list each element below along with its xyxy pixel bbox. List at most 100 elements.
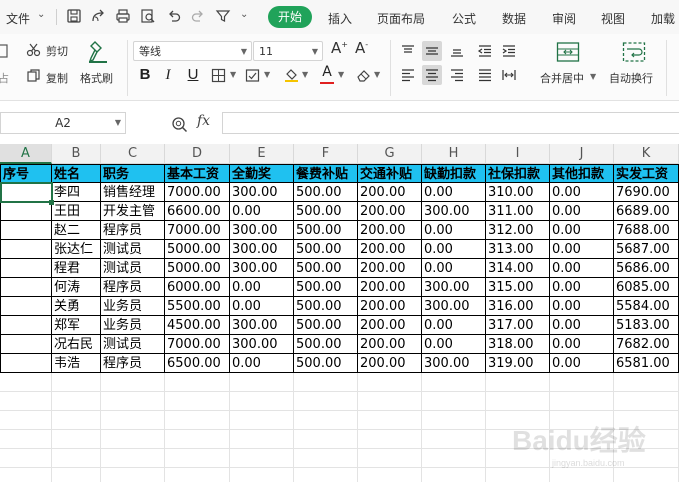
distributed-icon[interactable] [499, 65, 519, 85]
paste-icon[interactable] [0, 43, 9, 58]
table-cell[interactable] [0, 240, 52, 259]
table-cell[interactable]: 500.00 [294, 259, 358, 278]
table-cell[interactable]: 300.00 [422, 297, 486, 316]
table-cell[interactable]: 0.00 [550, 221, 614, 240]
column-header-h[interactable]: H [422, 144, 486, 164]
copy-icon[interactable] [26, 68, 41, 83]
tab-review[interactable]: 审阅 [552, 10, 576, 27]
chevron-down-icon[interactable]: ⌄ [37, 9, 45, 20]
table-header-cell[interactable]: 社保扣款 [486, 164, 550, 183]
table-cell[interactable]: 况右民 [52, 335, 101, 354]
table-cell[interactable]: 200.00 [358, 202, 422, 221]
table-header-cell[interactable]: 姓名 [52, 164, 101, 183]
filter-icon[interactable] [215, 8, 231, 24]
table-cell[interactable] [0, 221, 52, 240]
table-cell[interactable]: 0.00 [550, 354, 614, 373]
table-cell[interactable]: 王田 [52, 202, 101, 221]
table-cell[interactable]: 311.00 [486, 202, 550, 221]
table-cell[interactable]: 200.00 [358, 259, 422, 278]
tab-addins[interactable]: 加载 [651, 10, 675, 27]
table-cell[interactable]: 300.00 [230, 316, 294, 335]
table-cell[interactable]: 程序员 [101, 278, 165, 297]
clear-format-icon[interactable] [356, 68, 371, 83]
table-cell[interactable]: 300.00 [230, 221, 294, 240]
format-painter-button[interactable]: 格式刷 [80, 70, 113, 86]
table-cell[interactable]: 500.00 [294, 316, 358, 335]
table-cell[interactable]: 0.00 [422, 221, 486, 240]
align-center-icon[interactable] [422, 65, 442, 85]
table-cell[interactable]: 7682.00 [614, 335, 679, 354]
table-cell[interactable]: 何涛 [52, 278, 101, 297]
table-cell[interactable]: 200.00 [358, 335, 422, 354]
chevron-down-icon[interactable]: ▼ [338, 70, 344, 79]
table-cell[interactable]: 300.00 [230, 240, 294, 259]
table-cell[interactable]: 300.00 [230, 335, 294, 354]
table-cell[interactable]: 0.00 [230, 278, 294, 297]
underline-button[interactable]: U [184, 65, 202, 85]
table-cell[interactable]: 313.00 [486, 240, 550, 259]
merge-center-icon[interactable] [556, 41, 580, 63]
table-cell[interactable]: 0.00 [422, 240, 486, 259]
table-cell[interactable]: 韦浩 [52, 354, 101, 373]
paste-label[interactable]: 占 [0, 70, 9, 86]
table-cell[interactable]: 7000.00 [165, 183, 230, 202]
table-cell[interactable]: 销售经理 [101, 183, 165, 202]
table-cell[interactable]: 500.00 [294, 202, 358, 221]
table-cell[interactable]: 300.00 [230, 183, 294, 202]
formula-input[interactable] [222, 112, 679, 134]
table-cell[interactable]: 0.00 [230, 354, 294, 373]
align-left-icon[interactable] [398, 65, 418, 85]
table-cell[interactable]: 0.00 [550, 240, 614, 259]
table-cell[interactable] [0, 259, 52, 278]
table-cell[interactable]: 业务员 [101, 316, 165, 335]
table-cell[interactable]: 0.00 [230, 297, 294, 316]
table-cell[interactable]: 0.00 [422, 335, 486, 354]
more-chevron-icon[interactable]: ⌄ [240, 9, 256, 25]
table-cell[interactable]: 200.00 [358, 240, 422, 259]
table-cell[interactable] [0, 335, 52, 354]
undo-icon[interactable] [166, 8, 182, 24]
zoom-search-icon[interactable] [171, 116, 188, 133]
tab-view[interactable]: 视图 [601, 10, 625, 27]
table-cell[interactable]: 7000.00 [165, 335, 230, 354]
table-cell[interactable]: 测试员 [101, 240, 165, 259]
table-cell[interactable]: 0.00 [230, 202, 294, 221]
table-cell[interactable]: 5584.00 [614, 297, 679, 316]
table-cell[interactable]: 200.00 [358, 297, 422, 316]
column-header-e[interactable]: E [230, 144, 294, 164]
chevron-down-icon[interactable]: ▼ [264, 70, 270, 79]
wrap-text-button[interactable]: 自动换行 [609, 70, 653, 86]
table-cell[interactable]: 6085.00 [614, 278, 679, 297]
fill-color-icon[interactable] [284, 67, 299, 82]
table-cell[interactable]: 6581.00 [614, 354, 679, 373]
table-cell[interactable] [0, 354, 52, 373]
borders-icon[interactable] [211, 68, 226, 83]
align-middle-icon[interactable] [422, 41, 442, 61]
decrease-font-icon[interactable]: A- [355, 39, 368, 57]
table-cell[interactable]: 317.00 [486, 316, 550, 335]
column-header-i[interactable]: I [486, 144, 550, 164]
table-header-cell[interactable]: 基本工资 [165, 164, 230, 183]
table-cell[interactable]: 5500.00 [165, 297, 230, 316]
table-cell[interactable]: 6689.00 [614, 202, 679, 221]
format-painter-icon[interactable] [87, 40, 109, 64]
chevron-down-icon[interactable]: ▼ [374, 70, 380, 79]
table-cell[interactable] [0, 316, 52, 335]
table-header-cell[interactable]: 职务 [101, 164, 165, 183]
save-icon[interactable] [66, 8, 82, 24]
decrease-indent-icon[interactable] [475, 41, 495, 61]
table-cell[interactable]: 关勇 [52, 297, 101, 316]
table-cell[interactable]: 500.00 [294, 335, 358, 354]
chevron-down-icon[interactable]: ▼ [230, 70, 236, 79]
table-cell[interactable]: 500.00 [294, 183, 358, 202]
column-header-a[interactable]: A [0, 144, 52, 164]
table-cell[interactable]: 6500.00 [165, 354, 230, 373]
table-cell[interactable]: 0.00 [550, 259, 614, 278]
redo-icon[interactable] [190, 8, 206, 24]
table-cell[interactable]: 6000.00 [165, 278, 230, 297]
wrap-text-icon[interactable] [622, 41, 646, 63]
file-menu[interactable]: 文件 [6, 10, 30, 27]
table-cell[interactable]: 315.00 [486, 278, 550, 297]
table-header-cell[interactable]: 其他扣款 [550, 164, 614, 183]
table-cell[interactable]: 200.00 [358, 278, 422, 297]
